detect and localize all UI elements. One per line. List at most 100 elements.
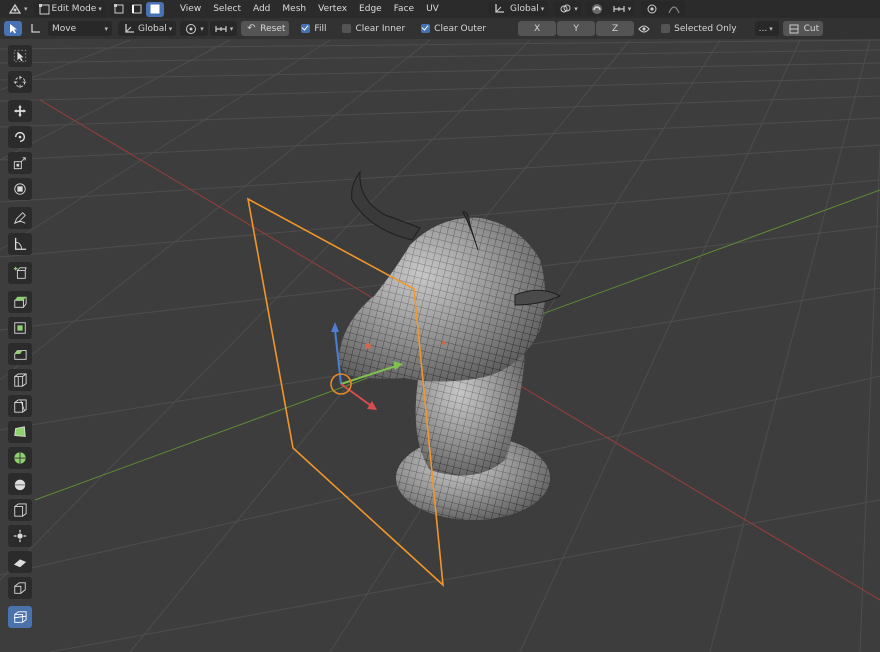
menu-mesh[interactable]: Mesh — [276, 4, 312, 14]
clear-outer-label: Clear Outer — [434, 23, 487, 34]
cut-button[interactable]: Cut — [782, 21, 824, 36]
tool-settings-bar: Move ▾ Global ▾ ▾ ▾ ↶ Reset Fill Clear I… — [0, 18, 880, 39]
fill-checkbox[interactable]: Fill — [297, 21, 330, 36]
viewport-scene — [0, 39, 880, 652]
chevron-down-icon: ▾ — [104, 24, 108, 33]
toolbar-bevel[interactable] — [8, 343, 32, 365]
loop-cut-icon — [13, 373, 27, 387]
snap-dropdown[interactable]: ▾ — [209, 21, 238, 36]
cut-label: Cut — [803, 23, 820, 34]
bisect-icon — [13, 610, 27, 624]
selected-only-label: Selected Only — [674, 23, 737, 34]
toolbar-poly-build[interactable] — [8, 421, 32, 443]
toolbar-bisect[interactable] — [8, 606, 32, 628]
bevel-icon — [13, 347, 27, 361]
menu-uv[interactable]: UV — [420, 4, 445, 14]
vertex-select-button[interactable] — [109, 1, 128, 17]
axis-x-label: X — [534, 23, 541, 34]
header-menus: View Select Add Mesh Vertex Edge Face UV — [174, 4, 445, 14]
chevron-down-icon: ▾ — [540, 4, 545, 13]
axis-threshold-group: X Y Z — [518, 21, 653, 36]
active-tool-icon-button[interactable] — [4, 21, 22, 36]
toolbar-cursor[interactable] — [8, 71, 32, 93]
toolbar-knife[interactable] — [8, 395, 32, 417]
spin-icon — [13, 451, 27, 465]
toolbar-inset[interactable] — [8, 317, 32, 339]
header-right-controls: Global ▾ ▾ ▾ — [488, 1, 686, 16]
snap-increment-icon — [612, 2, 626, 16]
axis-x-field[interactable]: X — [518, 21, 557, 36]
toolbar-loop-cut[interactable] — [8, 369, 32, 391]
toolbar-extrude[interactable] — [8, 291, 32, 313]
tool-dropdown[interactable]: Move ▾ — [48, 21, 112, 36]
edit-mode-icon — [38, 2, 52, 16]
proportional-edit-toggle[interactable] — [641, 1, 664, 16]
toolbar-spin[interactable] — [8, 447, 32, 469]
vertex-select-icon — [112, 2, 126, 16]
menu-face[interactable]: Face — [388, 4, 420, 14]
select-box-icon — [13, 49, 27, 63]
orientation-dropdown[interactable]: Global ▾ — [118, 21, 177, 36]
selected-only-check-icon — [661, 24, 671, 33]
orientation-axes-icon — [122, 22, 136, 36]
toolbar-add-cube[interactable] — [8, 262, 32, 284]
3d-viewport[interactable] — [0, 39, 880, 652]
snap-toggle[interactable] — [585, 1, 608, 16]
reset-button[interactable]: ↶ Reset — [241, 21, 290, 36]
menu-edge[interactable]: Edge — [353, 4, 388, 14]
selected-only-checkbox[interactable]: Selected Only — [657, 21, 741, 36]
rip-icon — [13, 581, 27, 595]
menu-select[interactable]: Select — [207, 4, 247, 14]
clear-inner-label: Clear Inner — [355, 23, 406, 34]
chevron-down-icon: ▾ — [769, 24, 773, 33]
toolbar-move[interactable] — [8, 100, 32, 122]
axis-y-field[interactable]: Y — [557, 21, 596, 36]
toolbar-rip[interactable] — [8, 577, 32, 599]
toolbar-shear[interactable] — [8, 551, 32, 573]
chevron-down-icon: ▾ — [574, 4, 578, 13]
threshold-dropdown[interactable]: ... ▾ — [754, 21, 779, 36]
tool-label: Move — [52, 23, 77, 34]
edge-slide-icon — [13, 503, 27, 517]
proportional-falloff-dropdown[interactable] — [663, 1, 686, 16]
axis-z-field[interactable]: Z — [596, 21, 635, 36]
menu-view[interactable]: View — [174, 4, 207, 14]
toolbar-shrink-fatten[interactable] — [8, 525, 32, 547]
clear-outer-checkbox[interactable]: Clear Outer — [417, 21, 490, 36]
drag-mode-button[interactable] — [24, 21, 46, 36]
toolbar-measure[interactable] — [8, 233, 32, 255]
toolbar-scale[interactable] — [8, 152, 32, 174]
inset-icon — [13, 321, 27, 335]
chevron-down-icon: ▾ — [627, 4, 632, 13]
pivot-dropdown[interactable]: ▾ — [180, 21, 208, 36]
toolbar-annotate[interactable] — [8, 207, 32, 229]
snap-target-dropdown[interactable]: ▾ — [607, 1, 636, 16]
chevron-down-icon: ▾ — [200, 24, 204, 33]
eyedropper-button[interactable] — [635, 21, 653, 36]
edge-select-button[interactable] — [127, 1, 146, 17]
pivot-icon — [184, 22, 198, 36]
clear-inner-checkbox[interactable]: Clear Inner — [338, 21, 409, 36]
toolbar-smooth[interactable] — [8, 473, 32, 495]
toolbar-edge-slide[interactable] — [8, 499, 32, 521]
add-cube-icon — [13, 266, 27, 280]
magnet-icon — [590, 2, 604, 16]
transform-orientation-dropdown[interactable]: Global ▾ — [488, 1, 549, 16]
mode-dropdown[interactable]: Edit Mode ▾ — [33, 1, 106, 17]
menu-add[interactable]: Add — [247, 4, 276, 14]
chevron-down-icon: ▾ — [168, 24, 173, 33]
rotate-icon — [13, 130, 27, 144]
extrude-icon — [13, 295, 27, 309]
toolbar-rotate[interactable] — [8, 126, 32, 148]
cut-icon — [787, 22, 801, 36]
pivot-point-dropdown[interactable]: ▾ — [554, 1, 582, 16]
chevron-down-icon: ▾ — [229, 24, 234, 33]
editor-type-button[interactable]: ▾ — [4, 2, 32, 17]
annotate-icon — [13, 211, 27, 225]
toolbar-select-box[interactable] — [8, 45, 32, 67]
menu-vertex[interactable]: Vertex — [312, 4, 353, 14]
face-select-button[interactable] — [145, 1, 164, 17]
chevron-down-icon: ▾ — [24, 5, 28, 13]
editor-type-icon — [8, 2, 22, 16]
toolbar-transform[interactable] — [8, 178, 32, 200]
